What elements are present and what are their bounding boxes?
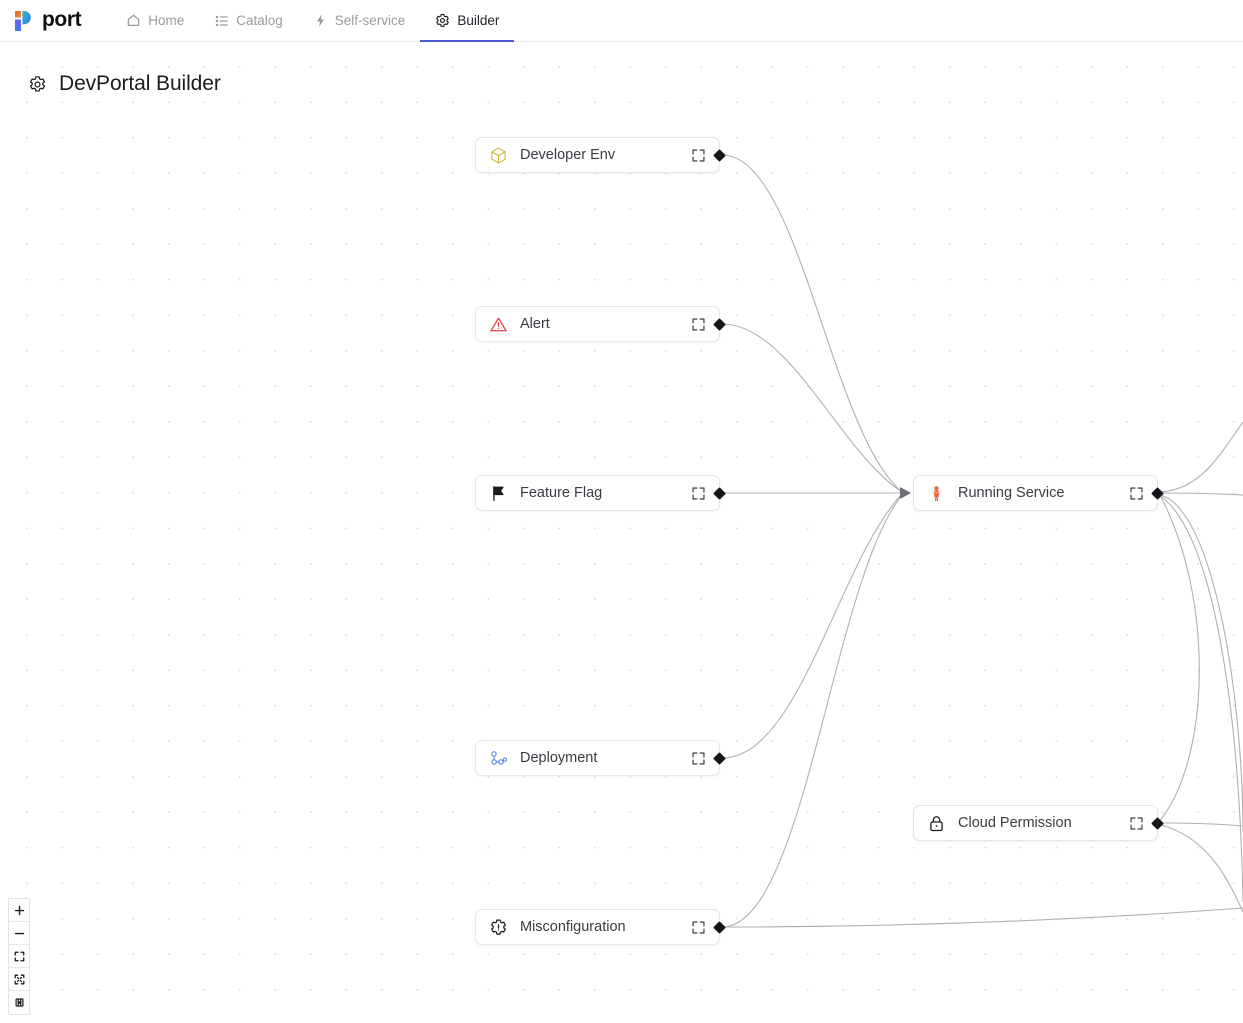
node-developer-env[interactable]: Developer Env xyxy=(475,137,726,173)
page-header: DevPortal Builder xyxy=(28,72,221,96)
lock-icon xyxy=(927,814,946,833)
edge-running-service-out-1 xyxy=(1160,421,1243,493)
minus-icon xyxy=(14,928,25,939)
nav-item-builder-label: Builder xyxy=(457,13,500,28)
node-alert[interactable]: Alert xyxy=(475,306,726,342)
home-icon xyxy=(126,13,141,28)
graph-canvas[interactable]: Developer Env Alert Feature Flag Deploym… xyxy=(0,42,1243,1023)
list-icon xyxy=(214,13,229,28)
edge-misconfiguration-to-running-service xyxy=(721,494,903,928)
edge-arrowhead-running-service xyxy=(900,487,911,499)
alert-triangle-icon xyxy=(489,315,508,334)
zoom-controls xyxy=(8,898,30,1015)
nav-item-builder[interactable]: Builder xyxy=(420,0,515,42)
unlock-view-button[interactable] xyxy=(9,968,29,991)
lock-interactive-icon xyxy=(14,997,25,1008)
gear-icon xyxy=(28,75,47,94)
edge-running-service-out-3 xyxy=(1160,494,1243,833)
edge-cloud-permission-out-1 xyxy=(1160,822,1243,827)
nav-item-home[interactable]: Home xyxy=(111,0,199,42)
running-person-icon xyxy=(927,484,946,503)
nav-item-home-label: Home xyxy=(148,13,185,28)
node-cloud-permission-label: Cloud Permission xyxy=(958,815,1072,831)
gear-alert-icon xyxy=(489,918,508,937)
page-title: DevPortal Builder xyxy=(59,72,221,95)
graph-edges xyxy=(721,154,1243,928)
network-icon xyxy=(489,749,508,768)
zoom-in-button[interactable] xyxy=(9,899,29,922)
zoom-out-button[interactable] xyxy=(9,922,29,945)
edge-alert-to-running-service xyxy=(721,323,903,493)
node-developer-env-label: Developer Env xyxy=(520,147,616,163)
node-running-service[interactable]: Running Service xyxy=(913,475,1164,511)
nav-items: Home Catalog Self-service Builder xyxy=(111,0,515,42)
edge-developer-env-to-running-service xyxy=(721,154,903,493)
node-feature-flag-label: Feature Flag xyxy=(520,485,603,501)
brand-logo[interactable]: port xyxy=(14,8,82,32)
fit-view-button[interactable] xyxy=(9,945,29,968)
lightning-icon xyxy=(313,13,328,28)
node-misconfiguration-label: Misconfiguration xyxy=(520,919,626,935)
nav-item-self-service[interactable]: Self-service xyxy=(298,0,421,42)
node-misconfiguration[interactable]: Misconfiguration xyxy=(475,909,726,945)
fit-screen-icon xyxy=(14,951,25,962)
node-deployment[interactable]: Deployment xyxy=(475,740,726,776)
node-running-service-label: Running Service xyxy=(958,485,1065,501)
port-logo-icon xyxy=(14,10,35,32)
plus-icon xyxy=(14,905,25,916)
node-feature-flag[interactable]: Feature Flag xyxy=(475,475,726,511)
four-arrows-icon xyxy=(14,974,25,985)
edge-running-service-out-4 xyxy=(1160,495,1243,903)
edge-deployment-to-running-service xyxy=(721,493,903,759)
node-deployment-label: Deployment xyxy=(520,750,598,766)
nav-item-catalog[interactable]: Catalog xyxy=(199,0,298,42)
edge-misconfiguration-out-right xyxy=(723,907,1243,928)
edge-running-service-to-cloud-permission xyxy=(1157,496,1200,824)
node-cloud-permission[interactable]: Cloud Permission xyxy=(913,805,1164,841)
nav-item-catalog-label: Catalog xyxy=(236,13,283,28)
nav-item-self-service-label: Self-service xyxy=(334,13,406,28)
top-navigation-bar: port Home Catalog Self-service Builder xyxy=(0,0,1243,42)
flag-icon xyxy=(489,484,508,503)
cube-icon xyxy=(489,146,508,165)
brand-name: port xyxy=(42,8,82,31)
lock-view-button[interactable] xyxy=(9,991,29,1014)
edge-running-service-out-2 xyxy=(1160,492,1243,496)
edge-cloud-permission-out-2 xyxy=(1160,824,1243,913)
node-alert-label: Alert xyxy=(520,316,550,332)
gear-icon xyxy=(435,13,450,28)
